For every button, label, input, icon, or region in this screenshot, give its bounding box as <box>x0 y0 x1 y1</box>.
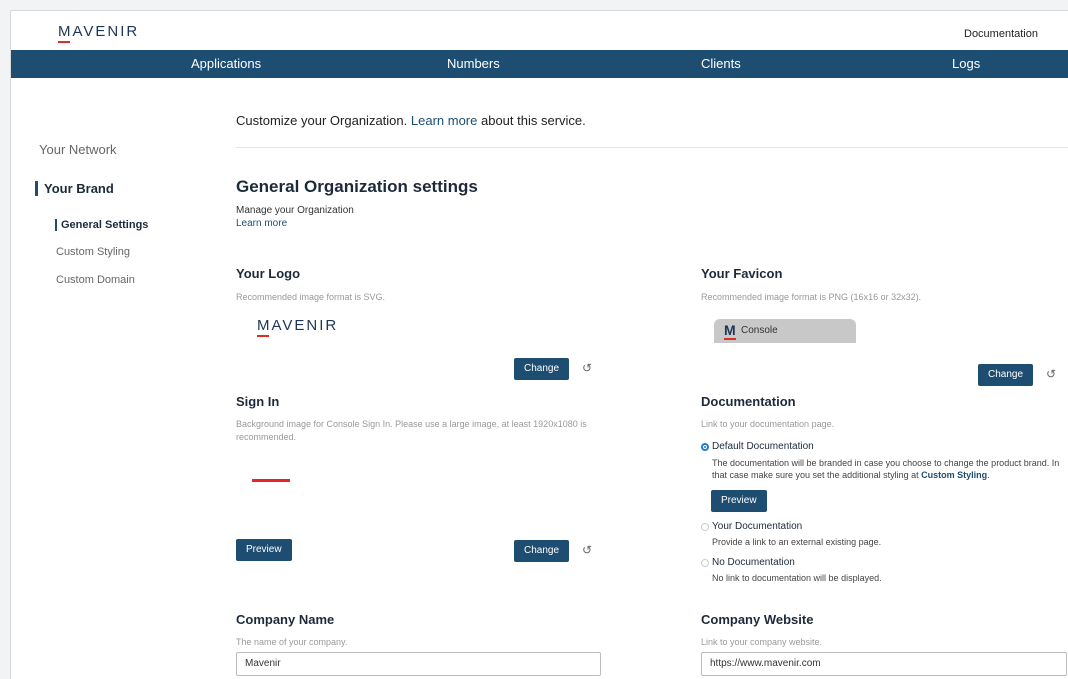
logo-preview-underline <box>257 335 269 337</box>
documentation-preview-button[interactable]: Preview <box>711 490 767 512</box>
radio-label-your-documentation[interactable]: Your Documentation <box>712 521 802 532</box>
page-title: General Organization settings <box>236 177 478 196</box>
logo-change-button[interactable]: Change <box>514 358 570 380</box>
favicon-section-title: Your Favicon <box>701 266 783 281</box>
app-frame: MAVENIR Documentation Applications Numbe… <box>10 10 1068 679</box>
favicon-section-description: Recommended image format is PNG (16x16 o… <box>701 292 922 302</box>
sidebar-item-custom-domain[interactable]: Custom Domain <box>56 274 135 286</box>
sidebar-item-your-network[interactable]: Your Network <box>39 142 117 157</box>
default-documentation-text: The documentation will be branded in cas… <box>712 458 1060 480</box>
nav-item-logs[interactable]: Logs <box>952 56 980 71</box>
logo-preview: MAVENIR <box>257 317 339 334</box>
company-name-title: Company Name <box>236 612 335 627</box>
no-documentation-description: No link to documentation will be display… <box>712 573 882 583</box>
main-nav: Applications Numbers Clients Logs <box>11 50 1068 78</box>
signin-change-button[interactable]: Change <box>514 540 570 562</box>
signin-section-description: Background image for Console Sign In. Pl… <box>236 419 587 442</box>
nav-item-numbers[interactable]: Numbers <box>447 56 500 71</box>
radio-your-documentation[interactable] <box>701 523 709 531</box>
signin-reset-icon[interactable]: ↺ <box>582 543 592 557</box>
sidebar-item-general-settings[interactable]: General Settings <box>55 219 148 231</box>
page-learn-more-link[interactable]: Learn more <box>236 218 287 229</box>
signin-background-preview <box>252 479 290 482</box>
page-subtitle: Manage your Organization <box>236 205 354 216</box>
favicon-reset-icon[interactable]: ↺ <box>1046 367 1056 381</box>
favicon-preview-tab: M Console <box>714 319 856 343</box>
sidebar-item-custom-styling[interactable]: Custom Styling <box>56 246 130 258</box>
intro-text-before: Customize your Organization. <box>236 113 408 128</box>
default-documentation-description: The documentation will be branded in cas… <box>712 457 1068 481</box>
documentation-link[interactable]: Documentation <box>964 28 1038 40</box>
top-bar: MAVENIR Documentation <box>11 11 1068 49</box>
company-website-input[interactable]: https://www.mavenir.com <box>701 652 1067 676</box>
company-website-title: Company Website <box>701 612 814 627</box>
company-website-description: Link to your company website. <box>701 637 823 647</box>
signin-section-title: Sign In <box>236 394 280 409</box>
signin-preview-button[interactable]: Preview <box>236 539 292 561</box>
default-documentation-suffix: . <box>987 470 990 480</box>
your-documentation-description: Provide a link to an external existing p… <box>712 537 882 547</box>
custom-styling-link[interactable]: Custom Styling <box>921 470 987 480</box>
radio-default-documentation[interactable] <box>701 443 709 451</box>
logo-section-title: Your Logo <box>236 266 301 281</box>
logo-reset-icon[interactable]: ↺ <box>582 361 592 375</box>
intro-learn-more-link[interactable]: Learn more <box>411 113 477 128</box>
radio-label-no-documentation[interactable]: No Documentation <box>712 557 795 568</box>
radio-label-default-documentation[interactable]: Default Documentation <box>712 441 814 452</box>
brand-logo-underline <box>58 41 70 43</box>
sidebar-item-your-brand[interactable]: Your Brand <box>35 181 114 196</box>
logo-section-description: Recommended image format is SVG. <box>236 292 386 302</box>
documentation-section-title: Documentation <box>701 394 796 409</box>
favicon-tab-text: Console <box>741 325 778 336</box>
company-name-input[interactable]: Mavenir <box>236 652 601 676</box>
favicon-change-button[interactable]: Change <box>978 364 1034 386</box>
favicon-m-icon: M <box>724 322 736 338</box>
intro-text-after: about this service. <box>480 113 586 128</box>
company-name-description: The name of your company. <box>236 637 348 647</box>
favicon-m-underline <box>724 338 736 340</box>
radio-no-documentation[interactable] <box>701 559 709 567</box>
documentation-section-description: Link to your documentation page. <box>701 419 835 429</box>
intro-text: Customize your Organization. Learn more … <box>236 113 586 128</box>
brand-logo[interactable]: MAVENIR <box>58 23 139 40</box>
nav-item-clients[interactable]: Clients <box>701 56 741 71</box>
nav-item-applications[interactable]: Applications <box>191 56 261 71</box>
divider <box>236 147 1068 148</box>
